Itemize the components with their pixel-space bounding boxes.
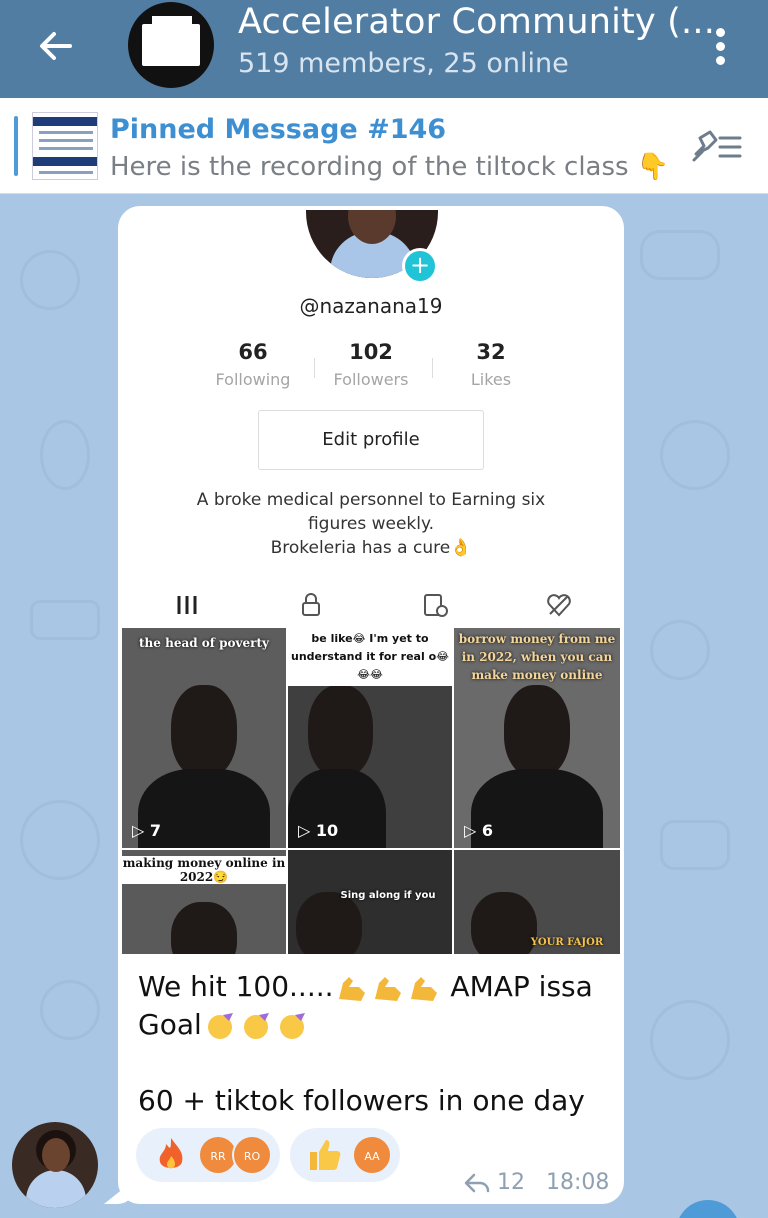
- edit-profile-button: Edit profile: [258, 410, 484, 470]
- pinned-list-icon[interactable]: [690, 126, 744, 166]
- reaction-fire[interactable]: RR RO: [136, 1128, 280, 1182]
- tiktok-handle: @nazanana19: [299, 294, 443, 318]
- sender-avatar[interactable]: [12, 1122, 98, 1208]
- video-thumb: YOUR FAJOR: [454, 850, 620, 954]
- group-avatar[interactable]: [128, 2, 214, 88]
- message-meta: 12 18:08: [464, 1170, 609, 1195]
- reactor-avatar: RO: [232, 1135, 272, 1175]
- tiktok-tabs: [122, 584, 620, 628]
- forward-icon: [464, 1173, 490, 1193]
- pinned-thumbnail: [32, 112, 98, 180]
- scroll-down-button[interactable]: [676, 1200, 740, 1218]
- reactor-avatar: AA: [352, 1135, 392, 1175]
- grid-icon: [177, 596, 197, 614]
- back-arrow-icon[interactable]: [34, 24, 78, 68]
- liked-hidden-icon: [547, 594, 571, 617]
- lock-icon: [302, 593, 320, 616]
- partying-face-icon: [279, 1013, 305, 1039]
- pinned-text: Here is the recording of the tiltock cla…: [110, 152, 670, 182]
- video-thumb: the head of poverty 7: [122, 628, 286, 848]
- video-thumb: making money online in 2022😏: [122, 850, 286, 954]
- video-thumb: Sing along if you: [288, 850, 452, 954]
- message-time: 18:08: [545, 1170, 610, 1195]
- partying-face-icon: [207, 1013, 233, 1039]
- fire-icon: [159, 1138, 183, 1169]
- stat-followers: 102 Followers: [333, 340, 409, 389]
- more-menu-icon[interactable]: [706, 24, 734, 68]
- message-bubble[interactable]: + @nazanana19 66 Following 102 Followers…: [118, 206, 624, 1204]
- video-thumb: borrow money from me in 2022, when you c…: [454, 628, 620, 848]
- hidden-bookmark-icon: [424, 594, 448, 617]
- pinned-message-bar[interactable]: Pinned Message #146 Here is the recordin…: [0, 98, 768, 194]
- chat-title[interactable]: Accelerator Community (...: [238, 2, 715, 42]
- forward-count: 12: [497, 1170, 525, 1195]
- pinned-indicator: [14, 116, 18, 176]
- video-grid: the head of poverty 7 be like😂 I'm yet t…: [122, 628, 620, 954]
- plus-icon: +: [402, 248, 438, 284]
- flexed-biceps-icon: [410, 977, 437, 1001]
- stat-following: 66 Following: [215, 340, 291, 389]
- chat-header: Accelerator Community (... 519 members, …: [0, 0, 768, 98]
- reaction-thumbs-up[interactable]: AA: [290, 1128, 400, 1182]
- thumbs-up-icon: [310, 1140, 341, 1170]
- flexed-biceps-icon: [338, 977, 365, 1001]
- tiktok-screenshot[interactable]: + @nazanana19 66 Following 102 Followers…: [122, 210, 620, 954]
- message-text: We hit 100..... AMAP issa Goal 60 + tikt…: [138, 970, 593, 1117]
- tiktok-bio: A broke medical personnel to Earning six…: [196, 490, 546, 558]
- flexed-biceps-icon: [374, 977, 401, 1001]
- pinned-title: Pinned Message #146: [110, 114, 447, 145]
- partying-face-icon: [243, 1013, 269, 1039]
- video-thumb: be like😂 I'm yet to understand it for re…: [288, 628, 452, 848]
- chat-member-count: 519 members, 25 online: [238, 48, 569, 79]
- stat-likes: 32 Likes: [470, 340, 512, 389]
